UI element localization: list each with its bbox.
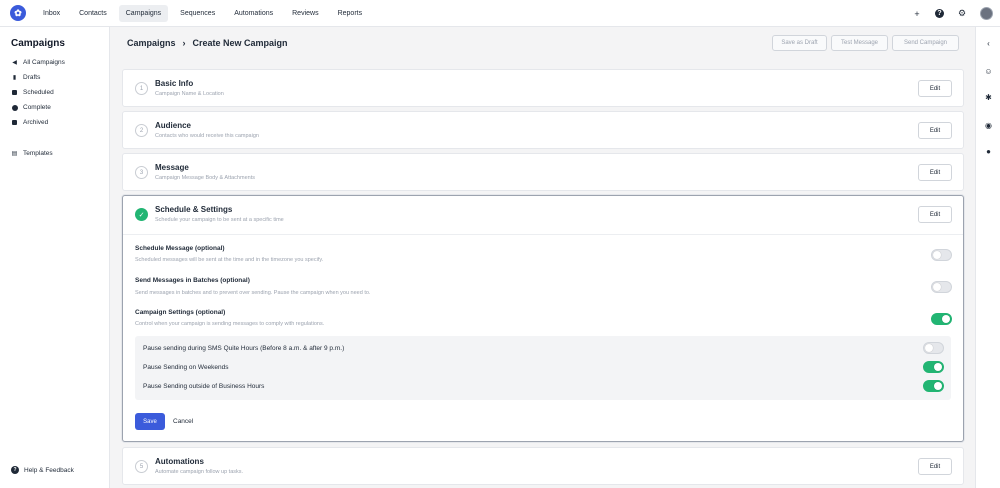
- edit-button[interactable]: Edit: [918, 458, 952, 475]
- step-card-basic-info: 1 Basic Info Campaign Name & Location Ed…: [122, 69, 964, 107]
- lightbulb-icon[interactable]: ✱: [984, 93, 993, 102]
- step-subtitle: Schedule your campaign to be sent at a s…: [155, 217, 284, 223]
- sidebar-item-label: Drafts: [23, 74, 41, 81]
- add-person-icon[interactable]: ☺: [984, 67, 993, 76]
- sidebar: Campaigns ◀ All Campaigns ▮ Drafts Sched…: [0, 27, 110, 488]
- chevron-left-icon[interactable]: ‹: [984, 39, 993, 48]
- divider: [123, 234, 963, 235]
- edit-button[interactable]: Edit: [918, 164, 952, 181]
- nav-contacts[interactable]: Contacts: [72, 5, 114, 22]
- step-number: 2: [135, 124, 148, 137]
- step-title: Audience: [155, 121, 192, 130]
- step-title: Basic Info: [155, 79, 194, 88]
- business-hours-toggle[interactable]: [923, 380, 944, 392]
- step-subtitle: Campaign Message Body & Attachments: [155, 175, 255, 181]
- nav-inbox[interactable]: Inbox: [36, 5, 67, 22]
- step-card-schedule-settings: ✓ Schedule & Settings Schedule your camp…: [122, 195, 964, 442]
- step-card-message: 3 Message Campaign Message Body & Attach…: [122, 153, 964, 191]
- cancel-button[interactable]: Cancel: [173, 413, 193, 430]
- eye-icon[interactable]: ◉: [984, 121, 993, 130]
- main-content: Campaigns › Create New Campaign Save as …: [111, 27, 975, 488]
- option-quiet-hours-label: Pause sending during SMS Quite Hours (Be…: [143, 345, 345, 352]
- schedule-message-toggle[interactable]: [931, 249, 952, 261]
- nav-reviews[interactable]: Reviews: [285, 5, 325, 22]
- help-feedback-link[interactable]: ? Help & Feedback: [11, 466, 74, 474]
- step-card-automations: 5 Automations Automate campaign follow u…: [122, 447, 964, 485]
- option-business-hours-label: Pause Sending outside of Business Hours: [143, 383, 265, 390]
- sidebar-title: Campaigns: [11, 38, 65, 49]
- step-number: 3: [135, 166, 148, 179]
- gear-icon[interactable]: ⚙: [956, 8, 968, 20]
- check-circle-icon: [11, 104, 18, 111]
- sidebar-item-all-campaigns[interactable]: ◀ All Campaigns: [11, 55, 109, 70]
- option-weekends-label: Pause Sending on Weekends: [143, 364, 229, 371]
- help-icon: ?: [11, 466, 19, 474]
- edit-button[interactable]: Edit: [918, 80, 952, 97]
- draft-icon: ▮: [12, 75, 17, 81]
- plus-icon[interactable]: +: [911, 8, 923, 20]
- help-circle-icon[interactable]: ●: [984, 147, 993, 156]
- sidebar-item-templates[interactable]: ▤ Templates: [11, 146, 109, 161]
- step-number: 5: [135, 460, 148, 473]
- breadcrumb: Campaigns › Create New Campaign: [127, 38, 288, 48]
- batches-toggle[interactable]: [931, 281, 952, 293]
- campaign-settings-title: Campaign Settings (optional): [135, 309, 226, 316]
- help-label: Help & Feedback: [24, 466, 74, 474]
- save-button[interactable]: Save: [135, 413, 165, 430]
- chevron-right-icon: ›: [182, 38, 186, 48]
- sidebar-item-label: Archived: [23, 119, 49, 126]
- sidebar-item-label: Scheduled: [23, 89, 54, 96]
- breadcrumb-root[interactable]: Campaigns: [127, 38, 176, 48]
- check-icon: ✓: [135, 208, 148, 221]
- sidebar-item-label: Templates: [23, 150, 53, 157]
- nav-sequences[interactable]: Sequences: [173, 5, 222, 22]
- save-draft-button[interactable]: Save as Draft: [772, 35, 827, 51]
- sidebar-item-archived[interactable]: Archived: [11, 115, 109, 130]
- calendar-icon: [11, 89, 18, 96]
- nav-automations[interactable]: Automations: [227, 5, 280, 22]
- megaphone-icon: ◀: [12, 60, 17, 66]
- step-subtitle: Contacts who would receive this campaign: [155, 133, 259, 139]
- nav-campaigns[interactable]: Campaigns: [118, 4, 169, 22]
- weekends-toggle[interactable]: [923, 361, 944, 373]
- edit-button[interactable]: Edit: [918, 206, 952, 223]
- step-subtitle: Campaign Name & Location: [155, 91, 224, 97]
- sidebar-item-label: All Campaigns: [23, 59, 65, 66]
- right-rail: ‹ ☺ ✱ ◉ ●: [975, 27, 1000, 488]
- send-campaign-button[interactable]: Send Campaign: [892, 35, 959, 51]
- help-icon[interactable]: ?: [935, 9, 944, 18]
- sidebar-item-scheduled[interactable]: Scheduled: [11, 85, 109, 100]
- step-title: Automations: [155, 457, 204, 466]
- quiet-hours-toggle[interactable]: [923, 342, 944, 354]
- avatar[interactable]: [980, 7, 993, 20]
- step-title: Schedule & Settings: [155, 205, 233, 214]
- batches-title: Send Messages in Batches (optional): [135, 277, 250, 284]
- schedule-message-title: Schedule Message (optional): [135, 245, 225, 252]
- sidebar-item-label: Complete: [23, 104, 51, 111]
- step-number: 1: [135, 82, 148, 95]
- campaign-settings-toggle[interactable]: [931, 313, 952, 325]
- sidebar-item-complete[interactable]: Complete: [11, 100, 109, 115]
- step-subtitle: Automate campaign follow up tasks.: [155, 469, 244, 475]
- step-card-audience: 2 Audience Contacts who would receive th…: [122, 111, 964, 149]
- nav-reports[interactable]: Reports: [331, 5, 370, 22]
- edit-button[interactable]: Edit: [918, 122, 952, 139]
- schedule-message-desc: Scheduled messages will be sent at the t…: [135, 257, 324, 263]
- campaign-settings-desc: Control when your campaign is sending me…: [135, 321, 325, 327]
- sidebar-item-drafts[interactable]: ▮ Drafts: [11, 70, 109, 85]
- template-icon: ▤: [11, 151, 18, 157]
- top-navigation-bar: ✿ Inbox Contacts Campaigns Sequences Aut…: [0, 0, 1000, 27]
- app-logo[interactable]: ✿: [10, 5, 26, 21]
- page-title: Create New Campaign: [192, 38, 288, 48]
- batches-desc: Send messages in batches and to prevent …: [135, 290, 371, 296]
- test-message-button[interactable]: Test Message: [831, 35, 888, 51]
- step-title: Message: [155, 163, 189, 172]
- archive-icon: [11, 119, 18, 126]
- campaign-settings-options: Pause sending during SMS Quite Hours (Be…: [135, 336, 951, 400]
- top-icons: + ? ⚙: [911, 0, 1000, 27]
